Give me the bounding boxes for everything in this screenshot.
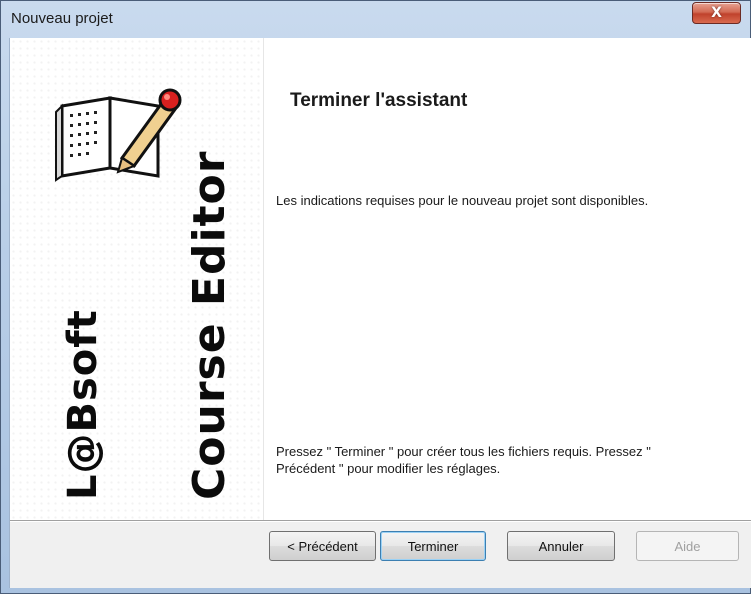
button-bar-divider	[10, 520, 751, 522]
wizard-content: Terminer l'assistant Les indications req…	[264, 38, 751, 520]
title-bar[interactable]: Nouveau projet X	[1, 1, 750, 37]
wizard-window: Nouveau projet X L@Bsoft Course Editor T…	[0, 0, 751, 594]
banner-text-course-editor: Course Editor	[184, 150, 235, 501]
close-button[interactable]: X	[692, 2, 741, 24]
close-icon: X	[711, 5, 722, 21]
dialog-client-area: L@Bsoft Course Editor Terminer l'assista…	[9, 38, 751, 588]
page-heading: Terminer l'assistant	[290, 90, 468, 111]
help-button[interactable]: Aide	[636, 531, 739, 561]
book-with-pencil-icon	[55, 88, 182, 182]
finish-button[interactable]: Terminer	[380, 531, 486, 561]
info-text: Les indications requises pour le nouveau…	[276, 193, 649, 208]
cancel-button[interactable]: Annuler	[507, 531, 615, 561]
window-title: Nouveau projet	[11, 10, 113, 27]
wizard-banner: L@Bsoft Course Editor	[10, 38, 264, 520]
banner-text-labsoft: L@Bsoft	[60, 309, 106, 500]
previous-button[interactable]: < Précédent	[269, 531, 376, 561]
instruction-text: Pressez " Terminer " pour créer tous les…	[276, 444, 651, 476]
